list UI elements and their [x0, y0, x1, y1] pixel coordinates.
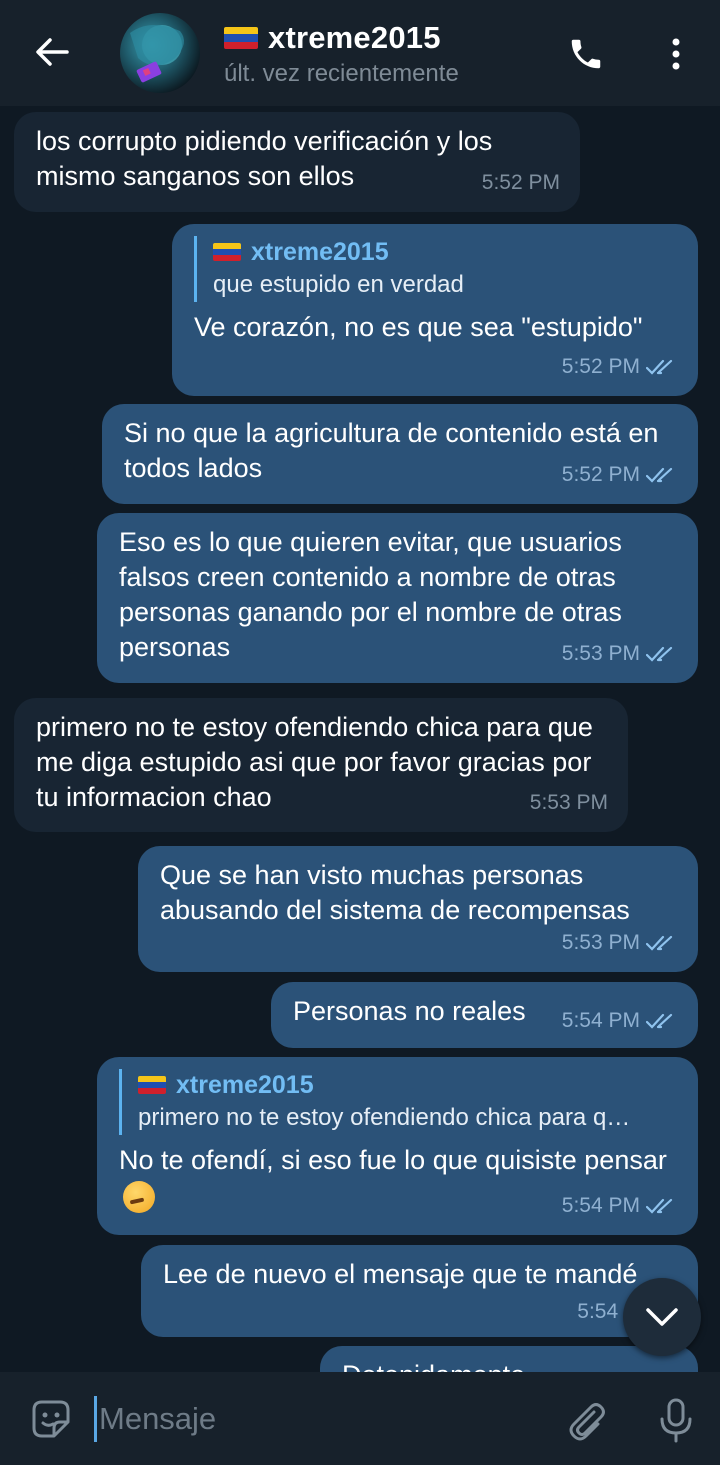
message-time: 5:54 PM [561, 1194, 640, 1217]
message-meta: 5:53 PM [530, 785, 608, 820]
chat-header: xtreme2015 últ. vez recientemente [0, 0, 720, 106]
message-outgoing[interactable]: xtreme2015 primero no te estoy ofendiend… [97, 1057, 698, 1235]
message-text: los corrupto pidiendo verificación y los… [36, 126, 500, 191]
message-text: primero no te estoy ofendiendo chica par… [36, 712, 601, 812]
phone-icon [571, 39, 601, 69]
message-outgoing[interactable]: Personas no reales 5:54 PM [271, 982, 698, 1048]
double-check-icon [646, 646, 673, 662]
message-input-bar [0, 1372, 720, 1465]
message-meta: 5:53 PM [562, 636, 678, 671]
double-check-icon [646, 935, 673, 951]
message-time: 5:53 PM [561, 931, 640, 954]
chat-title: xtreme2015 [268, 20, 441, 55]
message-time: 5:53 PM [529, 791, 608, 814]
message-incoming[interactable]: primero no te estoy ofendiendo chica par… [14, 698, 628, 832]
message-time: 5:53 PM [561, 642, 640, 665]
double-check-icon [646, 467, 673, 483]
more-vert-icon [672, 38, 680, 70]
venezuela-flag-icon [213, 243, 241, 261]
venezuela-flag-icon [224, 27, 258, 49]
sticker-emoji-icon [32, 1400, 70, 1438]
reply-author: xtreme2015 [251, 237, 389, 266]
call-button[interactable] [562, 30, 610, 78]
chevron-down-icon [646, 1308, 678, 1326]
message-meta: 5:52 PM [482, 165, 560, 200]
paperclip-icon [569, 1403, 605, 1441]
message-meta: 5:52 PM [562, 349, 678, 384]
reply-quote[interactable]: xtreme2015 primero no te estoy ofendiend… [119, 1069, 676, 1135]
message-meta: 5:53 PM [562, 925, 678, 960]
message-outgoing[interactable]: xtreme2015 que estupido en verdad Ve cor… [172, 224, 698, 396]
message-input[interactable] [94, 1396, 534, 1442]
double-check-icon [646, 1198, 673, 1214]
message-time: 5:52 PM [561, 355, 640, 378]
message-outgoing[interactable]: Eso es lo que quieren evitar, que usuari… [97, 513, 698, 683]
double-check-icon [646, 1013, 673, 1029]
message-time: 5:52 PM [481, 171, 560, 194]
message-outgoing[interactable]: Que se han visto muchas personas abusand… [138, 846, 698, 972]
scroll-to-bottom-button[interactable] [623, 1278, 701, 1356]
venezuela-flag-icon [138, 1076, 166, 1094]
more-options-button[interactable] [652, 30, 700, 78]
chat-title-row[interactable]: xtreme2015 [224, 18, 441, 58]
message-list[interactable]: los corrupto pidiendo verificación y los… [0, 106, 720, 1372]
attach-button[interactable] [560, 1394, 612, 1446]
avatar-image [130, 24, 184, 83]
microphone-icon [660, 1398, 692, 1443]
message-meta: 5:52 PM [562, 457, 678, 492]
reply-text: que estupido en verdad [213, 271, 464, 298]
double-check-icon [646, 359, 673, 375]
message-text: Ve corazón, no es que sea "estupido" [194, 312, 643, 342]
message-text: Que se han visto muchas personas abusand… [160, 860, 630, 925]
message-outgoing[interactable]: Lee de nuevo el mensaje que te mandé 5:5… [141, 1245, 698, 1337]
back-button[interactable] [28, 28, 76, 76]
avatar[interactable] [120, 13, 200, 93]
message-meta: 5:54 PM [562, 1188, 678, 1223]
message-time: 5:54 PM [561, 1009, 640, 1032]
reply-author: xtreme2015 [176, 1070, 314, 1099]
message-text: Detenidamente [342, 1358, 676, 1372]
message-incoming[interactable]: los corrupto pidiendo verificación y los… [14, 112, 580, 212]
message-time: 5:52 PM [561, 463, 640, 486]
message-text: Lee de nuevo el mensaje que te mandé [163, 1259, 638, 1289]
back-arrow-icon [36, 38, 69, 66]
reply-quote[interactable]: xtreme2015 que estupido en verdad [194, 236, 676, 302]
emoji-button[interactable] [26, 1394, 76, 1444]
thinking-face-emoji [123, 1180, 155, 1213]
chat-status: últ. vez recientemente [224, 60, 459, 87]
reply-text: primero no te estoy ofendiendo chica par… [138, 1104, 631, 1131]
message-meta: 5:54 PM [562, 1003, 678, 1038]
message-outgoing[interactable]: Si no que la agricultura de contenido es… [102, 404, 698, 504]
microphone-button[interactable] [650, 1394, 702, 1446]
